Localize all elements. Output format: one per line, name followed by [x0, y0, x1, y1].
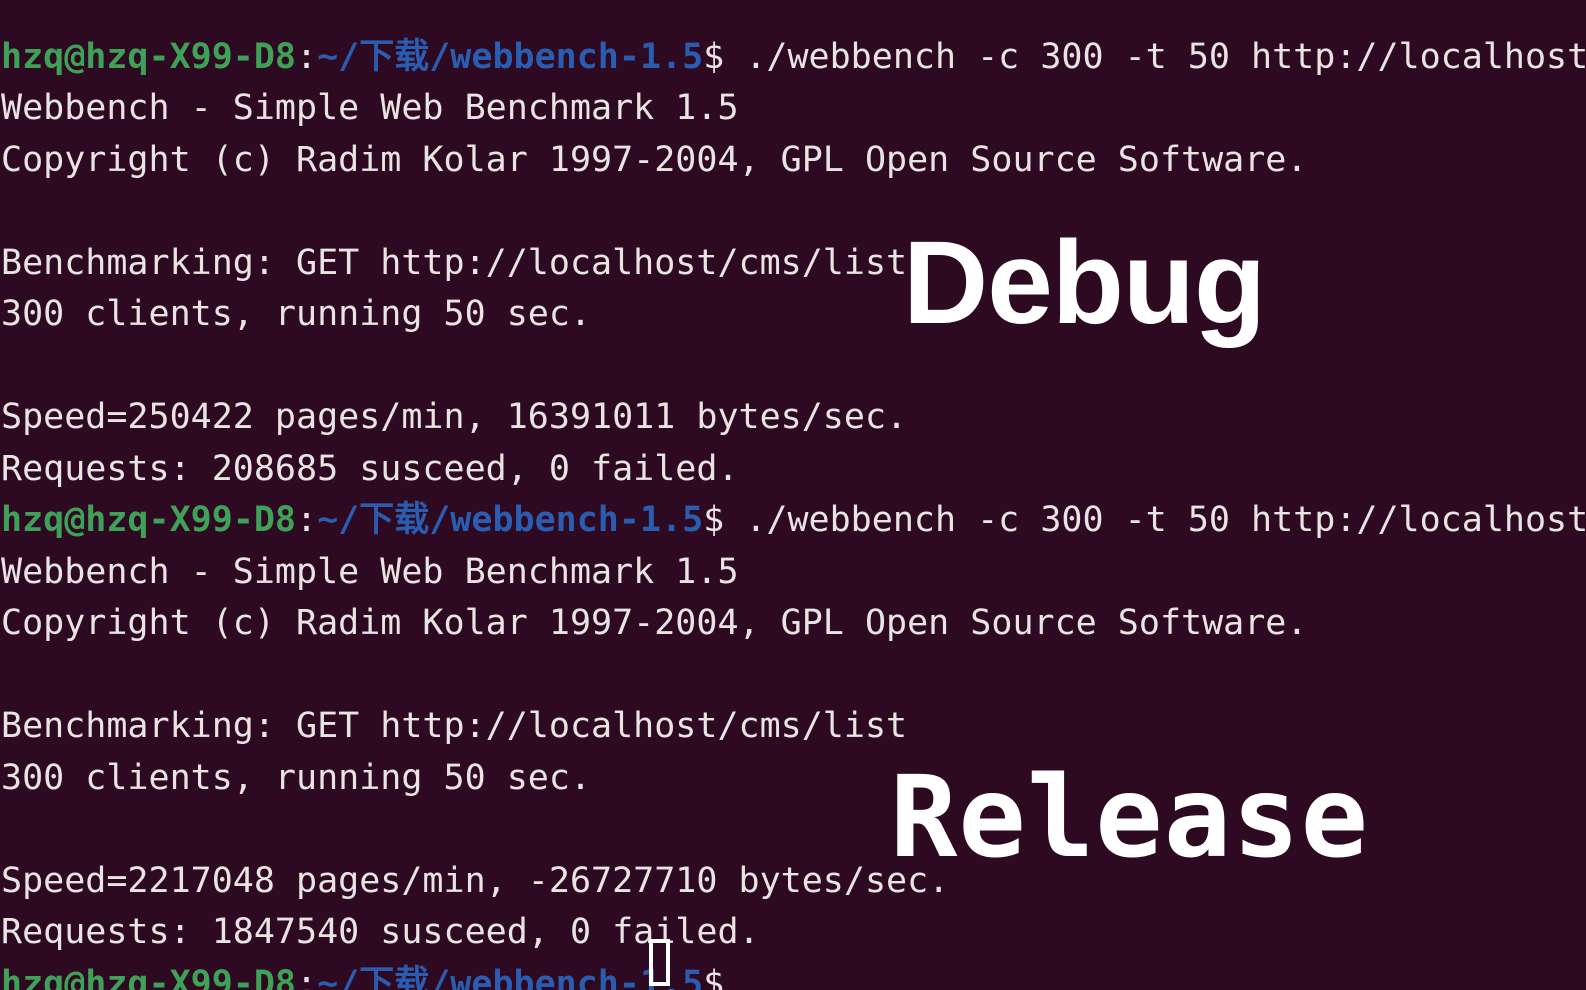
terminal-text-segment: Benchmarking: GET http://localhost/cms/l…	[1, 242, 908, 283]
terminal-text-segment: Speed=2217048 pages/min, -26727710 bytes…	[1, 860, 950, 901]
terminal-line: Copyright (c) Radim Kolar 1997-2004, GPL…	[0, 598, 1586, 650]
terminal-window[interactable]: hzq@hzq-X99-D8:~/下载/webbench-1.5$ ./webb…	[0, 0, 1586, 990]
terminal-text-segment: $ ./webbench -c 300 -t 50 http://localho…	[703, 500, 1586, 540]
terminal-text-segment: :	[296, 963, 318, 990]
terminal-text-segment: Requests: 1847540 susceed, 0 failed.	[1, 912, 760, 952]
text-cursor	[649, 939, 670, 986]
terminal-line: 300 clients, running 50 sec.	[0, 289, 1586, 341]
terminal-text-segment: Speed=250422 pages/min, 16391011 bytes/s…	[1, 397, 908, 437]
terminal-text-segment: Copyright (c) Radim Kolar 1997-2004, GPL…	[1, 603, 1308, 643]
terminal-line: Copyright (c) Radim Kolar 1997-2004, GPL…	[0, 135, 1586, 187]
terminal-text-segment: ~/下载/webbench-1.5	[317, 500, 704, 540]
terminal-line: hzq@hzq-X99-D8:~/下载/webbench-1.5$ ./webb…	[0, 495, 1586, 547]
terminal-line: Webbench - Simple Web Benchmark 1.5	[0, 547, 1586, 599]
terminal-text-segment: Webbench - Simple Web Benchmark 1.5	[1, 88, 739, 128]
terminal-line: Requests: 1847540 susceed, 0 failed.	[0, 907, 1586, 959]
terminal-text-segment: hzq@hzq-X99-D8	[1, 963, 297, 990]
terminal-text-segment: :	[296, 500, 318, 540]
terminal-text-segment: 300 clients, running 50 sec.	[1, 757, 592, 798]
terminal-text-segment: Webbench - Simple Web Benchmark 1.5	[1, 551, 739, 592]
terminal-text-segment: $	[703, 963, 746, 990]
terminal-text-segment: ~/下载/webbench-1.5	[317, 36, 704, 77]
terminal-text-segment: Requests: 208685 susceed, 0 failed.	[1, 448, 739, 489]
debug-annotation-label: Debug	[903, 217, 1266, 349]
terminal-text-segment: :	[296, 36, 318, 77]
terminal-text-segment: 300 clients, running 50 sec.	[1, 294, 592, 334]
terminal-line: Requests: 208685 susceed, 0 failed.	[0, 444, 1586, 496]
terminal-line: hzq@hzq-X99-D8:~/下载/webbench-1.5$ ./webb…	[0, 32, 1586, 84]
terminal-line: Benchmarking: GET http://localhost/cms/l…	[0, 701, 1586, 753]
terminal-text-segment: Copyright (c) Radim Kolar 1997-2004, GPL…	[1, 139, 1308, 180]
terminal-line: Webbench - Simple Web Benchmark 1.5	[0, 83, 1586, 135]
terminal-text-segment: $ ./webbench -c 300 -t 50 http://localho…	[703, 36, 1586, 77]
terminal-text-segment: hzq@hzq-X99-D8	[1, 36, 297, 77]
terminal-text-segment: Benchmarking: GET http://localhost/cms/l…	[1, 706, 908, 746]
terminal-line: Benchmarking: GET http://localhost/cms/l…	[0, 238, 1586, 290]
terminal-text-segment: hzq@hzq-X99-D8	[1, 500, 297, 540]
terminal-text-segment: ~/下载/webbench-1.5	[317, 963, 704, 990]
release-annotation-label: Release	[890, 753, 1370, 883]
terminal-line: Speed=250422 pages/min, 16391011 bytes/s…	[0, 392, 1586, 444]
terminal-line: hzq@hzq-X99-D8:~/下载/webbench-1.5$	[0, 959, 1586, 990]
